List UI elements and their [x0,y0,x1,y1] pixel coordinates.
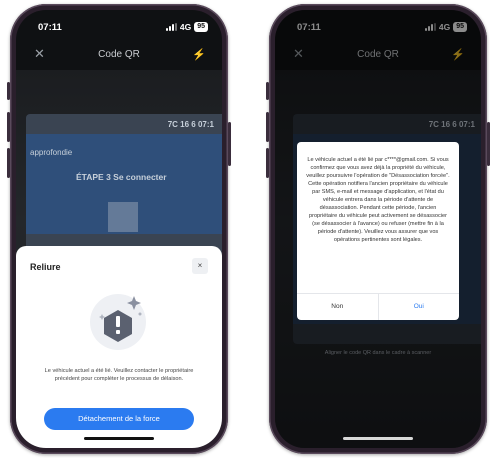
camera-text: 7C 16 6 07:1 [167,120,214,129]
screen-right: 07:11 4G 95 ✕ Code QR ⚡ 7C 16 6 07:1 Le … [275,10,481,448]
dialog-message: Le véhicule actuel a été lié par c****@g… [306,157,450,243]
sheet-message: Le véhicule actuel a été lié. Veuillez c… [44,368,194,382]
qr-code-preview [108,202,138,232]
home-indicator [84,437,154,440]
side-button [266,112,269,142]
home-indicator [343,437,413,440]
side-button [7,148,10,178]
side-button [7,112,10,142]
camera-text: approfondie [30,148,73,157]
force-detach-button[interactable]: Détachement de la force [44,408,194,430]
no-button[interactable]: Non [297,294,379,320]
side-button [266,148,269,178]
yes-button[interactable]: Oui [379,294,460,320]
network-label: 4G [179,22,192,32]
scanned-panel: approfondie ÉTAPE 3 Se connecter [26,134,222,234]
side-button [7,82,10,100]
battery-icon: 95 [194,22,208,32]
status-bar: 07:11 4G 95 [16,10,222,36]
flash-icon[interactable]: ⚡ [192,48,206,61]
scanned-document: 7C 16 6 07:1 approfondie ÉTAPE 3 Se conn… [26,114,222,254]
phone-right: 07:11 4G 95 ✕ Code QR ⚡ 7C 16 6 07:1 Le … [266,4,490,454]
warning-illustration-icon [90,294,146,350]
dialog-actions: Non Oui [297,293,459,320]
status-time: 07:11 [38,22,62,33]
top-nav: ✕ Code QR ⚡ [16,46,222,66]
scan-hint: Aligner le code QR dans le cadre à scann… [324,350,432,356]
camera-text: ÉTAPE 3 Se connecter [76,172,167,182]
bottom-sheet: Reliure × Le véhicule actuel a été lié. … [16,246,222,448]
side-button [266,82,269,100]
signal-icon [165,23,177,31]
side-button [228,122,231,166]
confirm-dialog: Le véhicule actuel a été lié par c****@g… [297,142,459,320]
status-indicators: 4G 95 [165,22,208,32]
sheet-title: Reliure [30,262,61,272]
close-button[interactable]: × [192,258,208,274]
screen-left: 07:11 4G 95 ✕ Code QR ⚡ 7C 16 6 07:1 app… [16,10,222,448]
phone-left: 07:11 4G 95 ✕ Code QR ⚡ 7C 16 6 07:1 app… [7,4,231,454]
page-title: Code QR [98,49,140,60]
